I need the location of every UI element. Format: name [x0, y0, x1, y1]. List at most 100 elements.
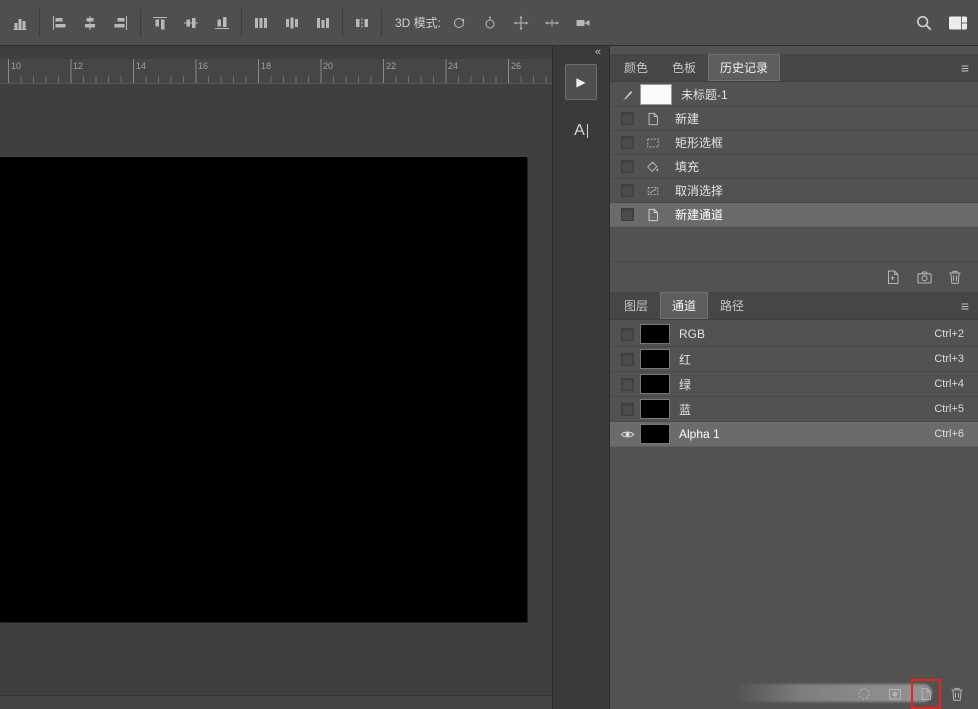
channel-label: 蓝 — [679, 401, 691, 418]
toolbar-separator — [381, 9, 382, 37]
eye-icon — [620, 427, 635, 442]
vertical-bars-icon[interactable] — [10, 13, 30, 33]
3d-drag-icon[interactable] — [511, 13, 531, 33]
toolbar-separator — [342, 9, 343, 37]
channel-shortcut: Ctrl+2 — [934, 328, 978, 340]
distribute-right-edges-icon[interactable] — [313, 13, 333, 33]
visibility-well[interactable] — [614, 353, 640, 366]
channel-row-blue[interactable]: 蓝 Ctrl+5 — [610, 397, 978, 422]
toolbar-separator — [140, 9, 141, 37]
history-source-checkbox[interactable] — [621, 160, 634, 173]
expand-panels-button[interactable]: « — [553, 46, 609, 60]
text-cursor-icon — [587, 124, 588, 138]
history-item-label: 未标题-1 — [681, 86, 728, 103]
align-horizontal-centers-icon[interactable] — [80, 13, 100, 33]
history-panel-footer — [610, 261, 978, 292]
channel-row-rgb[interactable]: RGB Ctrl+2 — [610, 322, 978, 347]
search-icon[interactable] — [914, 13, 934, 33]
actions-panel-button[interactable]: ▶ — [565, 64, 597, 100]
distribute-horizontal-centers-icon[interactable] — [282, 13, 302, 33]
ruler-tick-label: 18 — [261, 61, 271, 71]
history-brush-source-icon[interactable] — [614, 88, 640, 102]
panel-menu-icon[interactable]: ≡ — [952, 54, 978, 81]
channel-row-alpha1[interactable]: Alpha 1 Ctrl+6 — [610, 422, 978, 447]
history-snapshot-thumbnail — [640, 84, 672, 105]
3d-roll-icon[interactable] — [480, 13, 500, 33]
ruler-tick-label: 12 — [73, 61, 83, 71]
channel-thumbnail — [640, 324, 670, 344]
distribute-left-edges-icon[interactable] — [251, 13, 271, 33]
ruler-tick-label: 22 — [386, 61, 396, 71]
visibility-checkbox[interactable] — [621, 378, 634, 391]
3d-orbit-icon[interactable] — [449, 13, 469, 33]
tab-color[interactable]: 颜色 — [612, 54, 660, 81]
new-document-icon — [640, 112, 666, 126]
history-item[interactable]: 取消选择 — [610, 179, 978, 203]
distribute-spacing-icon[interactable] — [352, 13, 372, 33]
new-snapshot-camera-button[interactable] — [913, 266, 935, 288]
align-top-edges-icon[interactable] — [150, 13, 170, 33]
panel-menu-icon[interactable]: ≡ — [952, 292, 978, 319]
toolbar-separator — [241, 9, 242, 37]
horizontal-ruler: 10 12 14 16 18 20 22 24 26 — [0, 59, 552, 84]
history-item-selected[interactable]: 新建通道 — [610, 203, 978, 227]
align-left-edges-icon[interactable] — [49, 13, 69, 33]
history-source-checkbox[interactable] — [621, 112, 634, 125]
align-bottom-edges-icon[interactable] — [212, 13, 232, 33]
channel-thumbnail — [640, 349, 670, 369]
visibility-well[interactable] — [614, 328, 640, 341]
history-item-label: 填充 — [675, 158, 699, 175]
save-selection-as-channel-button[interactable] — [884, 683, 906, 705]
channel-label: 绿 — [679, 376, 691, 393]
tab-paths[interactable]: 路径 — [708, 292, 756, 319]
new-document-from-state-button[interactable] — [882, 266, 904, 288]
history-item[interactable]: 矩形选框 — [610, 131, 978, 155]
canvas[interactable] — [0, 157, 527, 622]
visibility-checkbox[interactable] — [621, 403, 634, 416]
3d-mode-label: 3D 模式: — [395, 14, 441, 31]
channel-row-green[interactable]: 绿 Ctrl+4 — [610, 372, 978, 397]
channel-shortcut: Ctrl+3 — [934, 353, 978, 365]
tab-layers[interactable]: 图层 — [612, 292, 660, 319]
history-list: 未标题-1 新建 矩形选框 填充 — [610, 83, 978, 227]
ruler-tick-label: 26 — [511, 61, 521, 71]
history-item[interactable]: 未标题-1 — [610, 83, 978, 107]
history-item-label: 矩形选框 — [675, 134, 723, 151]
history-source-checkbox[interactable] — [621, 208, 634, 221]
ruler-tick-label: 10 — [11, 61, 21, 71]
history-item[interactable]: 新建 — [610, 107, 978, 131]
tab-channels[interactable]: 通道 — [660, 292, 708, 319]
ruler-tick-label: 14 — [136, 61, 146, 71]
visibility-well[interactable] — [614, 378, 640, 391]
load-channel-as-selection-button[interactable] — [853, 683, 875, 705]
history-source-checkbox[interactable] — [621, 184, 634, 197]
visibility-checkbox[interactable] — [621, 328, 634, 341]
history-item-label: 新建通道 — [675, 206, 723, 223]
history-item-label: 新建 — [675, 110, 699, 127]
align-vertical-centers-icon[interactable] — [181, 13, 201, 33]
right-panel-stack: 颜色 色板 历史记录 ≡ 未标题-1 新建 — [610, 46, 978, 709]
document-area[interactable]: 10 12 14 16 18 20 22 24 26 — [0, 46, 552, 709]
align-right-edges-icon[interactable] — [111, 13, 131, 33]
new-channel-state-icon — [640, 208, 666, 222]
tab-history[interactable]: 历史记录 — [708, 54, 780, 81]
visibility-well[interactable] — [614, 427, 640, 442]
history-item[interactable]: 填充 — [610, 155, 978, 179]
delete-channel-trash-button[interactable] — [946, 683, 968, 705]
3d-scale-icon[interactable] — [573, 13, 593, 33]
tab-swatches[interactable]: 色板 — [660, 54, 708, 81]
visibility-checkbox[interactable] — [621, 353, 634, 366]
workspace-switcher-icon[interactable] — [948, 13, 968, 33]
play-icon: ▶ — [576, 76, 585, 88]
channel-row-red[interactable]: 红 Ctrl+3 — [610, 347, 978, 372]
history-panel-tabbar: 颜色 色板 历史记录 ≡ — [610, 54, 978, 82]
3d-slide-icon[interactable] — [542, 13, 562, 33]
visibility-well[interactable] — [614, 403, 640, 416]
character-panel-button[interactable]: A — [553, 122, 609, 140]
delete-history-trash-button[interactable] — [944, 266, 966, 288]
horizontal-scrollbar[interactable] — [0, 695, 552, 709]
channel-shortcut: Ctrl+6 — [934, 428, 978, 440]
new-channel-button[interactable] — [915, 683, 937, 705]
history-brush-well — [614, 112, 640, 125]
history-source-checkbox[interactable] — [621, 136, 634, 149]
